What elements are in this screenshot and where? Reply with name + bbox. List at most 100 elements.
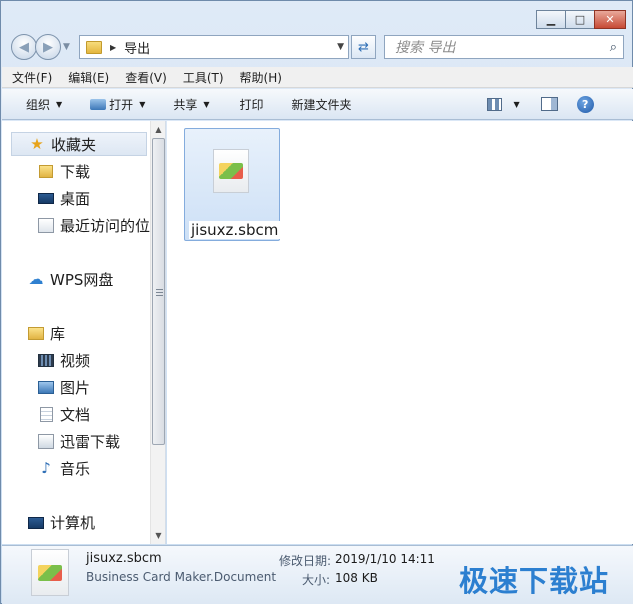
nav-wps-cloud[interactable]: ☁ WPS网盘 — [28, 269, 114, 290]
share-label: 共享 — [173, 97, 198, 112]
close-button[interactable]: ✕ — [594, 10, 626, 29]
recent-pages-dropdown[interactable]: ▼ — [63, 42, 70, 52]
nav-favorites[interactable]: ★ 收藏夹 — [11, 132, 147, 156]
nav-wps-label: WPS网盘 — [50, 271, 114, 289]
open-label: 打开 — [109, 97, 134, 112]
chevron-down-icon: ▼ — [56, 99, 63, 109]
video-icon — [38, 354, 54, 367]
maximize-button[interactable]: □ — [565, 10, 595, 29]
print-label: 打印 — [239, 97, 264, 112]
new-folder-label: 新建文件夹 — [291, 97, 352, 112]
business-card-file-icon — [213, 149, 249, 193]
share-button[interactable]: 共享 ▼ — [173, 96, 209, 113]
scroll-thumb[interactable] — [152, 138, 165, 445]
chevron-down-icon: ▼ — [203, 99, 210, 109]
navigation-pane: ★ 收藏夹 下载 桌面 最近访问的位 ☁ WPS网盘 库 视频 图片 文档 迅雷… — [2, 121, 166, 544]
site-watermark: 极速下载站 — [459, 564, 610, 598]
open-button[interactable]: 打开 ▼ — [90, 96, 145, 113]
menu-view[interactable]: 查看(V) — [125, 69, 167, 86]
print-button[interactable]: 打印 — [240, 96, 264, 113]
nav-music-label: 音乐 — [60, 460, 91, 478]
nav-downloads-label: 下载 — [60, 163, 91, 181]
scroll-down-button[interactable]: ▼ — [151, 527, 165, 543]
star-icon: ★ — [30, 134, 44, 153]
back-arrow-icon: ◀ — [19, 39, 29, 55]
file-list-area[interactable]: jisuxz.sbcm — [167, 121, 633, 544]
nav-pictures[interactable]: 图片 — [38, 377, 90, 398]
nav-thunder[interactable]: 迅雷下载 — [38, 431, 120, 452]
scroll-grip-icon — [156, 289, 163, 297]
search-placeholder: 搜索 导出 — [395, 40, 456, 56]
details-modified-value: 2019/1/10 14:11 — [335, 552, 435, 566]
nav-desktop-label: 桌面 — [60, 190, 91, 208]
preview-pane-icon — [540, 97, 558, 111]
details-size-label: 大小: — [302, 573, 331, 587]
breadcrumb-current[interactable]: 导出 — [124, 38, 150, 57]
forward-button[interactable]: ▶ — [35, 34, 61, 60]
search-icon[interactable]: ⌕ — [610, 40, 617, 55]
music-icon: ♪ — [41, 459, 51, 477]
menu-edit[interactable]: 编辑(E) — [68, 69, 109, 86]
file-item[interactable]: jisuxz.sbcm — [184, 128, 281, 241]
details-pane: jisuxz.sbcm Business Card Maker.Document… — [2, 545, 633, 604]
library-icon — [28, 327, 44, 340]
nav-documents-label: 文档 — [60, 406, 91, 424]
menu-help[interactable]: 帮助(H) — [240, 69, 282, 86]
nav-favorites-label: 收藏夹 — [51, 135, 97, 154]
nav-desktop[interactable]: 桌面 — [38, 188, 90, 209]
nav-recent-label: 最近访问的位 — [60, 217, 151, 235]
address-bar[interactable]: ▶ 导出 ▼ — [79, 35, 349, 59]
nav-music[interactable]: ♪ 音乐 — [38, 458, 90, 479]
nav-libraries[interactable]: 库 — [28, 323, 65, 344]
back-button[interactable]: ◀ — [11, 34, 37, 60]
chevron-down-icon: ▼ — [139, 99, 146, 109]
details-size-value: 108 KB — [335, 571, 378, 585]
nav-videos[interactable]: 视频 — [38, 350, 90, 371]
command-bar: 组织 ▼ 打开 ▼ 共享 ▼ 打印 新建文件夹 ▼ ? — [2, 89, 633, 120]
nav-libraries-label: 库 — [50, 325, 66, 343]
minimize-button[interactable]: ▁ — [536, 10, 566, 29]
scroll-up-button[interactable]: ▲ — [151, 121, 165, 137]
organize-label: 组织 — [26, 97, 51, 112]
document-icon — [40, 407, 53, 422]
nav-pictures-label: 图片 — [60, 379, 91, 397]
file-name: jisuxz.sbcm — [189, 221, 281, 239]
search-input[interactable]: 搜索 导出 ⌕ — [384, 35, 624, 59]
nav-thunder-label: 迅雷下载 — [60, 433, 121, 451]
folder-icon — [86, 40, 102, 54]
forward-arrow-icon: ▶ — [43, 39, 53, 55]
change-view-button[interactable]: ▼ — [486, 97, 520, 111]
menu-tools[interactable]: 工具(T) — [183, 69, 224, 86]
business-card-file-icon — [31, 549, 69, 596]
nav-computer-label: 计算机 — [50, 514, 96, 532]
address-history-dropdown[interactable]: ▼ — [337, 42, 344, 52]
menu-file[interactable]: 文件(F) — [12, 69, 52, 86]
refresh-button[interactable]: ⇄ — [351, 35, 376, 59]
details-file-name: jisuxz.sbcm — [86, 551, 162, 566]
breadcrumb-chevron-icon[interactable]: ▶ — [110, 43, 116, 52]
chevron-down-icon: ▼ — [513, 99, 520, 109]
download-folder-icon — [39, 165, 53, 178]
nav-recent[interactable]: 最近访问的位 — [38, 215, 150, 236]
new-folder-button[interactable]: 新建文件夹 — [292, 96, 352, 113]
open-with-icon — [90, 98, 107, 110]
help-icon: ? — [576, 95, 594, 113]
navigation-buttons: ◀ ▶ ▼ — [11, 34, 70, 60]
nav-videos-label: 视频 — [60, 352, 91, 370]
help-button[interactable]: ? — [576, 95, 594, 113]
cloud-icon: ☁ — [28, 270, 44, 288]
nav-scrollbar[interactable]: ▲ ▼ — [150, 121, 165, 544]
menu-bar: 文件(F) 编辑(E) 查看(V) 工具(T) 帮助(H) — [2, 67, 633, 88]
preview-pane-button[interactable] — [540, 97, 558, 111]
organize-button[interactable]: 组织 ▼ — [26, 96, 62, 113]
view-icon — [486, 97, 502, 111]
details-modified-label: 修改日期: — [279, 554, 332, 568]
nav-documents[interactable]: 文档 — [38, 404, 90, 425]
thunder-download-icon — [38, 434, 54, 449]
nav-downloads[interactable]: 下载 — [38, 161, 90, 182]
recent-places-icon — [38, 218, 54, 233]
nav-computer[interactable]: 计算机 — [28, 512, 95, 533]
explorer-window: ▁ □ ✕ ◀ ▶ ▼ ▶ 导出 ▼ ⇄ 搜索 导出 ⌕ 文件(F) 编辑(E)… — [0, 0, 633, 604]
refresh-icon: ⇄ — [358, 39, 369, 55]
desktop-icon — [38, 193, 54, 204]
